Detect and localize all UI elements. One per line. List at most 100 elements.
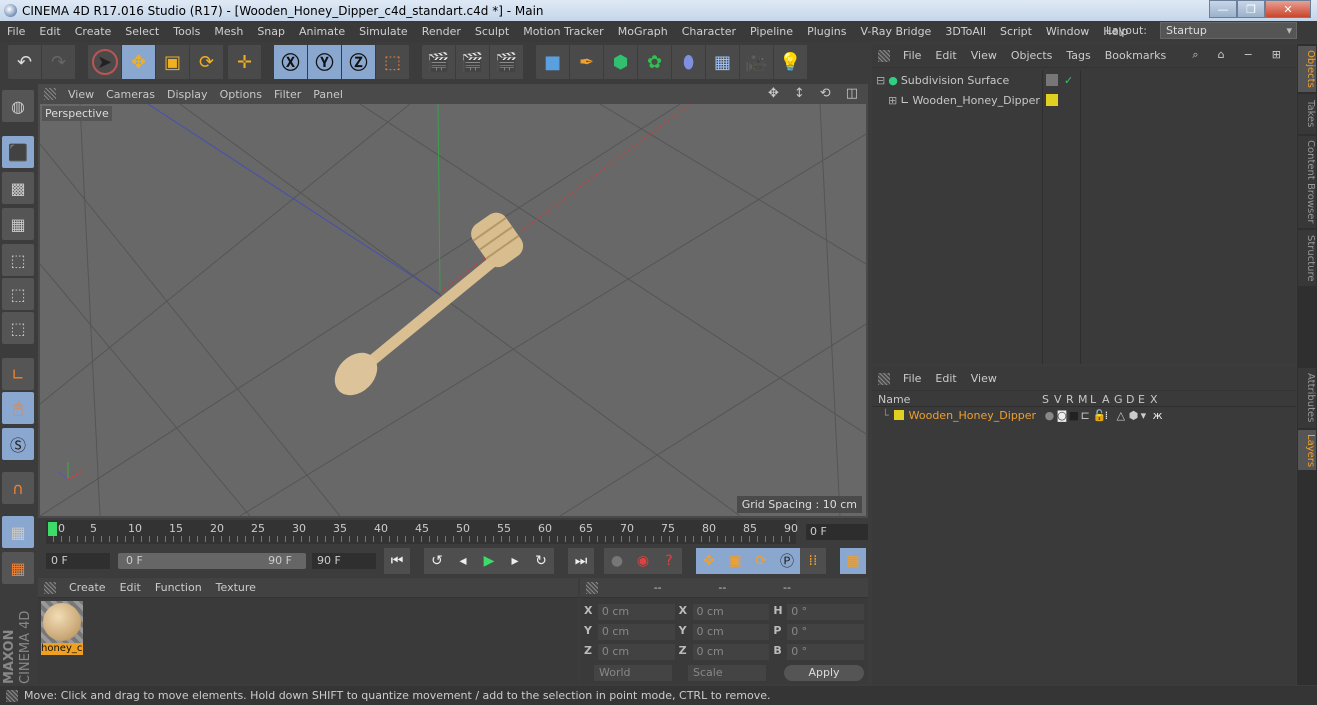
visible-toggle-icon[interactable]: ◙ bbox=[1057, 409, 1069, 422]
menu-tools[interactable]: Tools bbox=[166, 25, 207, 38]
menu-motion-tracker[interactable]: Motion Tracker bbox=[516, 25, 610, 38]
pan-view-icon[interactable]: ✥ bbox=[762, 86, 785, 101]
menu-select[interactable]: Select bbox=[118, 25, 166, 38]
transform-mode-select[interactable]: Scale bbox=[688, 665, 766, 681]
apply-button[interactable]: Apply bbox=[784, 665, 864, 681]
vp-menu-options[interactable]: Options bbox=[214, 88, 268, 101]
menu-snap[interactable]: Snap bbox=[250, 25, 292, 38]
mat-menu-function[interactable]: Function bbox=[148, 581, 209, 594]
render-picture-viewer-icon[interactable]: 🎬 bbox=[456, 45, 490, 79]
xref-toggle-icon[interactable]: ж bbox=[1153, 409, 1165, 422]
texture-mode-icon[interactable]: ▩ bbox=[2, 172, 34, 204]
menu-simulate[interactable]: Simulate bbox=[352, 25, 415, 38]
expand-toggle-icon[interactable]: ⊞ bbox=[888, 94, 897, 107]
live-selection-icon[interactable]: ➤ bbox=[88, 45, 122, 79]
menu-3dtoall[interactable]: 3DToAll bbox=[938, 25, 993, 38]
col-g[interactable]: G bbox=[1114, 393, 1126, 406]
vp-menu-cameras[interactable]: Cameras bbox=[100, 88, 161, 101]
tab-content-browser[interactable]: Content Browser bbox=[1298, 136, 1316, 228]
mat-menu-texture[interactable]: Texture bbox=[209, 581, 263, 594]
coordinate-mode-select[interactable]: World bbox=[594, 665, 672, 681]
layer-color-swatch[interactable] bbox=[893, 410, 904, 420]
col-l[interactable]: L bbox=[1090, 393, 1102, 406]
minimize-button[interactable]: — bbox=[1209, 0, 1237, 18]
object-name[interactable]: Subdivision Surface bbox=[901, 74, 1009, 87]
pen-spline-icon[interactable]: ✒ bbox=[570, 45, 604, 79]
menu-render[interactable]: Render bbox=[415, 25, 468, 38]
key-rotation-icon[interactable]: ⟳ bbox=[748, 548, 774, 574]
panel-grip[interactable] bbox=[586, 581, 598, 594]
generators-toggle-icon[interactable]: △ bbox=[1117, 409, 1129, 422]
autokey-icon[interactable]: ◉ bbox=[630, 548, 656, 574]
edges-mode-icon[interactable]: ⬚ bbox=[2, 278, 34, 310]
vp-menu-filter[interactable]: Filter bbox=[268, 88, 307, 101]
3d-scene[interactable]: Perspective Grid Spacing : 10 cm bbox=[40, 104, 866, 516]
position-x-field[interactable]: 0 cm bbox=[597, 604, 675, 620]
play-icon[interactable]: ▶ bbox=[476, 548, 502, 574]
col-s[interactable]: S bbox=[1042, 393, 1054, 406]
undo-icon[interactable]: ↶ bbox=[8, 45, 42, 79]
key-parameter-icon[interactable]: Ⓟ bbox=[774, 548, 800, 574]
model-mode-icon[interactable]: ⬛ bbox=[2, 136, 34, 168]
vp-menu-display[interactable]: Display bbox=[161, 88, 214, 101]
tab-objects[interactable]: Objects bbox=[1298, 46, 1316, 92]
render-view-icon[interactable]: 🎬 bbox=[422, 45, 456, 79]
workplane-align-icon[interactable]: ▦ bbox=[2, 552, 34, 584]
current-frame-field[interactable]: 0 F bbox=[806, 524, 868, 540]
menu-mesh[interactable]: Mesh bbox=[207, 25, 250, 38]
material-swatch[interactable]: honey_c bbox=[41, 601, 83, 657]
menu-plugins[interactable]: Plugins bbox=[800, 25, 853, 38]
z-axis-lock-icon[interactable]: Ⓩ bbox=[342, 45, 376, 79]
position-y-field[interactable]: 0 cm bbox=[597, 624, 675, 640]
mat-menu-edit[interactable]: Edit bbox=[113, 581, 148, 594]
obj-menu-file[interactable]: File bbox=[896, 49, 928, 62]
start-frame-field[interactable]: 0 F bbox=[46, 553, 110, 569]
camera-icon[interactable]: 🎥 bbox=[740, 45, 774, 79]
floor-icon[interactable]: ▦ bbox=[706, 45, 740, 79]
make-editable-icon[interactable]: ◍ bbox=[2, 90, 34, 122]
mat-menu-create[interactable]: Create bbox=[62, 581, 113, 594]
new-window-icon[interactable]: ⊞ bbox=[1265, 48, 1288, 62]
lock-toggle-icon[interactable]: 🔓 bbox=[1093, 409, 1107, 422]
recent-tool-icon[interactable]: ✛ bbox=[228, 45, 262, 79]
expressions-toggle-icon[interactable]: ▾ bbox=[1141, 409, 1153, 422]
panel-grip[interactable] bbox=[878, 49, 890, 62]
tweak-mode-icon[interactable]: 🖱 bbox=[2, 392, 34, 424]
menu-script[interactable]: Script bbox=[993, 25, 1039, 38]
obj-menu-bookmarks[interactable]: Bookmarks bbox=[1098, 49, 1173, 62]
key-scale-icon[interactable]: ▣ bbox=[722, 548, 748, 574]
key-position-icon[interactable]: ✥ bbox=[696, 548, 722, 574]
menu-animate[interactable]: Animate bbox=[292, 25, 352, 38]
playhead[interactable] bbox=[48, 522, 57, 536]
axis-mode-icon[interactable]: ∟ bbox=[2, 358, 34, 390]
panel-grip[interactable] bbox=[878, 372, 890, 385]
enabled-check-icon[interactable]: ✓ bbox=[1064, 74, 1073, 87]
obj-menu-tags[interactable]: Tags bbox=[1059, 49, 1097, 62]
object-row[interactable]: ⊞ ∟ Wooden_Honey_Dipper bbox=[872, 90, 1296, 110]
tab-structure[interactable]: Structure bbox=[1298, 230, 1316, 286]
collapse-toggle-icon[interactable]: ⊟ bbox=[876, 74, 885, 87]
light-icon[interactable]: 💡 bbox=[774, 45, 808, 79]
animation-toggle-icon[interactable]: ⁞ bbox=[1105, 409, 1117, 422]
rotate-icon[interactable]: ⟳ bbox=[190, 45, 224, 79]
obj-menu-edit[interactable]: Edit bbox=[928, 49, 963, 62]
scale-icon[interactable]: ▣ bbox=[156, 45, 190, 79]
cube-icon[interactable]: ■ bbox=[536, 45, 570, 79]
home-icon[interactable]: ⌂ bbox=[1211, 48, 1232, 62]
layer-row[interactable]: └ Wooden_Honey_Dipper ● ◙ ■ ⊏ 🔓 ⁞ △ ⬢ ▾ … bbox=[872, 408, 1296, 422]
timeline-window-icon[interactable]: ▤ bbox=[840, 548, 866, 574]
end-frame-field[interactable]: 90 F bbox=[312, 553, 376, 569]
menu-create[interactable]: Create bbox=[68, 25, 119, 38]
camera-label[interactable]: Perspective bbox=[42, 106, 112, 121]
col-e[interactable]: E bbox=[1138, 393, 1150, 406]
workplane-mode-icon[interactable]: ▦ bbox=[2, 208, 34, 240]
menu-character[interactable]: Character bbox=[675, 25, 743, 38]
size-y-field[interactable]: 0 cm bbox=[692, 624, 770, 640]
menu-file[interactable]: File bbox=[0, 25, 32, 38]
points-mode-icon[interactable]: ⬚ bbox=[2, 244, 34, 276]
col-m[interactable]: M bbox=[1078, 393, 1090, 406]
layer-color-tag[interactable] bbox=[1046, 94, 1058, 106]
record-keys-icon[interactable]: ● bbox=[604, 548, 630, 574]
zoom-view-icon[interactable]: ↕ bbox=[788, 86, 811, 101]
y-axis-lock-icon[interactable]: Ⓨ bbox=[308, 45, 342, 79]
